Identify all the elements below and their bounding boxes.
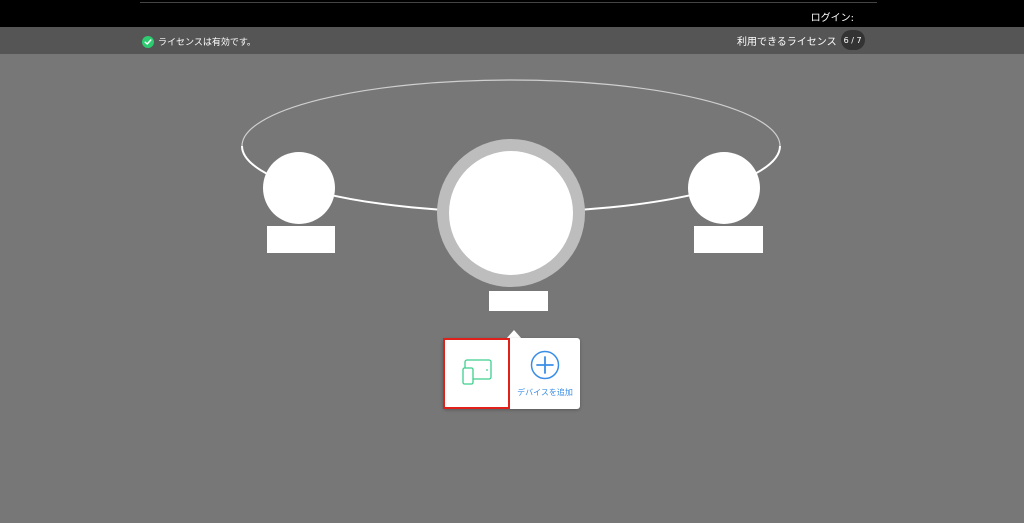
- device-center[interactable]: [449, 151, 573, 275]
- device-right-label: [694, 226, 763, 253]
- this-device-button[interactable]: [443, 338, 510, 409]
- device-left-label: [267, 226, 335, 253]
- add-device-label: デバイスを追加: [517, 387, 573, 397]
- plus-circle-icon: [530, 350, 560, 384]
- add-device-button[interactable]: デバイスを追加: [510, 338, 580, 409]
- device-popover: デバイスを追加: [443, 338, 580, 409]
- devices-icon: [461, 358, 492, 389]
- device-right[interactable]: [688, 152, 760, 224]
- device-ring-scene: [241, 79, 781, 287]
- device-center-label: [489, 291, 548, 311]
- device-left[interactable]: [263, 152, 335, 224]
